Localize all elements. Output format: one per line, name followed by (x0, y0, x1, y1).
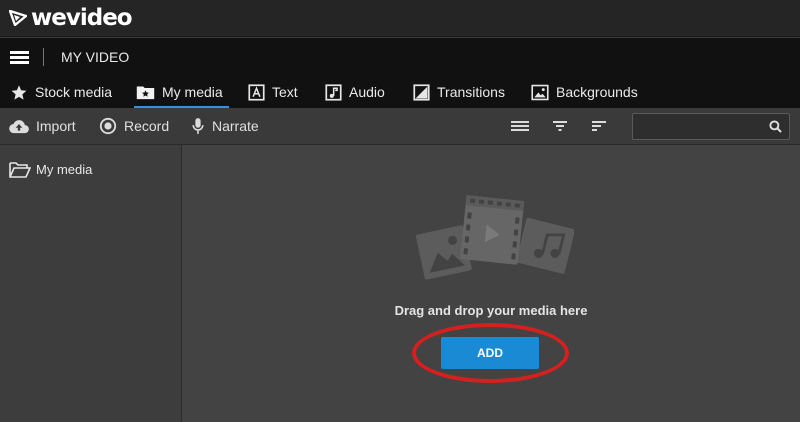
tab-label: Transitions (437, 84, 505, 100)
music-note-icon (325, 83, 342, 101)
tab-label: My media (162, 84, 223, 100)
record-icon (99, 117, 117, 135)
record-button[interactable]: Record (99, 108, 169, 144)
drop-instructions: Drag and drop your media here (394, 303, 588, 318)
divider (43, 48, 44, 66)
folder-open-icon (9, 162, 31, 178)
tab-backgrounds[interactable]: Backgrounds (531, 76, 638, 108)
list-view-icon[interactable] (511, 118, 529, 134)
narrate-button[interactable]: Narrate (191, 108, 259, 144)
wevideo-logo[interactable]: wevideo (9, 5, 133, 31)
transition-icon (413, 83, 430, 101)
sidebar-item-label: My media (36, 162, 93, 177)
tab-audio[interactable]: Audio (325, 76, 385, 108)
add-button[interactable]: ADD (441, 337, 539, 369)
star-icon (11, 84, 27, 100)
media-drop-area[interactable]: Drag and drop your media here ADD (182, 145, 800, 422)
media-tabs: Stock media My media Text Audio Transiti… (0, 76, 800, 108)
media-placeholder-icon (415, 195, 574, 280)
tab-label: Text (272, 84, 298, 100)
folder-star-icon (136, 86, 155, 100)
record-label: Record (124, 118, 170, 134)
search-icon[interactable] (769, 120, 782, 133)
import-button[interactable]: Import (9, 108, 76, 144)
top-bar: wevideo (0, 0, 800, 37)
logo-mark-icon (9, 10, 27, 26)
project-bar: MY VIDEO (0, 37, 800, 76)
cloud-upload-icon (9, 119, 29, 133)
sort-icon[interactable] (591, 118, 607, 134)
logo-text: wevideo (31, 5, 133, 31)
menu-icon[interactable] (10, 51, 29, 64)
tab-label: Backgrounds (556, 84, 638, 100)
import-label: Import (36, 118, 76, 134)
tab-label: Stock media (35, 84, 113, 100)
tab-label: Audio (349, 84, 385, 100)
sidebar-item-my-media[interactable]: My media (9, 161, 92, 178)
text-icon (248, 83, 265, 101)
tab-transitions[interactable]: Transitions (413, 76, 505, 108)
narrate-label: Narrate (212, 118, 259, 134)
filter-icon[interactable] (552, 118, 568, 134)
tab-my-media[interactable]: My media (134, 76, 229, 108)
tab-text[interactable]: Text (248, 76, 298, 108)
tab-stock-media[interactable]: Stock media (10, 76, 112, 108)
media-sidebar: My media (0, 145, 182, 422)
image-icon (531, 84, 549, 100)
search-input[interactable] (639, 117, 763, 138)
microphone-icon (192, 118, 204, 134)
search-box (632, 113, 790, 140)
project-title[interactable]: MY VIDEO (61, 49, 129, 65)
